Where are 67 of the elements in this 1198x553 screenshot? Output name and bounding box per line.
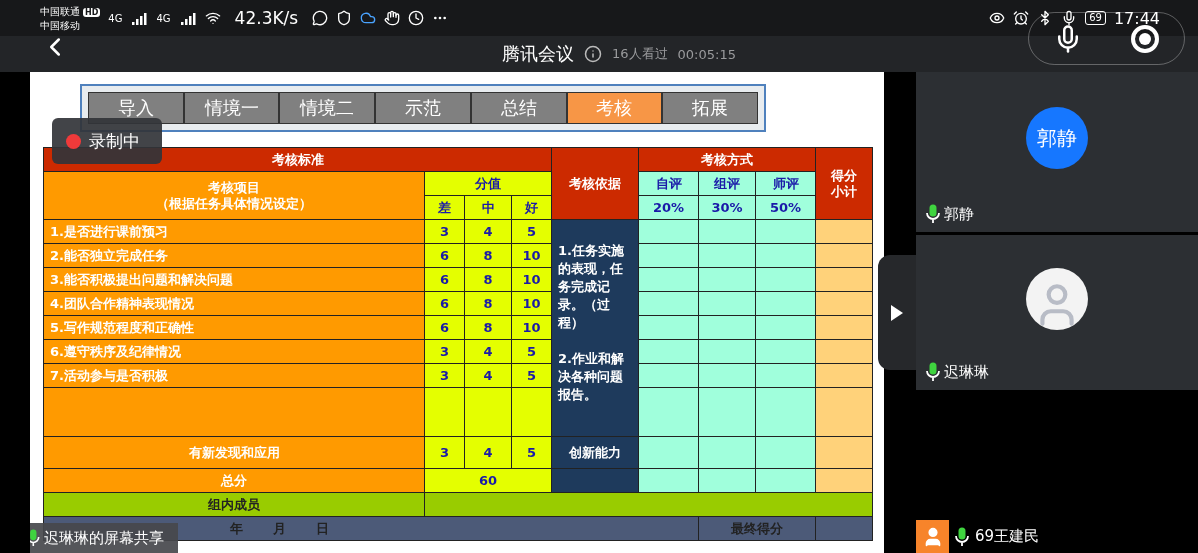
network-label: 4G — [156, 12, 171, 24]
nav-tab[interactable]: 总结 — [470, 92, 567, 124]
nav-tab[interactable]: 考核 — [566, 92, 663, 124]
date-label: 日 — [316, 520, 329, 537]
microphone-icon — [30, 529, 40, 547]
carrier-label: 中国联通 HD — [40, 4, 101, 19]
table-cell: 有新发现和应用 — [43, 436, 425, 469]
table-cell: 1.是否进行课前预习 — [43, 219, 425, 244]
participant-name: 69王建民 — [975, 527, 1040, 546]
table-cell: 6.遵守秩序及纪律情况 — [43, 339, 425, 364]
table-header: 得分小计 — [815, 147, 873, 220]
date-label: 月 — [273, 520, 286, 537]
table-cell: 组内成员 — [43, 492, 425, 517]
clock-icon — [408, 10, 425, 26]
table-cell: 7.活动参与是否积极 — [43, 363, 425, 388]
date-label: 年 — [230, 520, 243, 537]
record-icon[interactable] — [1130, 23, 1161, 54]
table-cell: 创新能力 — [551, 436, 639, 469]
table-cell: 60 — [424, 468, 552, 493]
shield-icon — [336, 10, 353, 26]
table-header: 考核项目 （根据任务具体情况设定） — [43, 171, 425, 220]
nav-tab[interactable]: 拓展 — [662, 92, 759, 124]
triangle-icon — [891, 304, 903, 321]
nav-tab[interactable]: 示范 — [375, 92, 471, 124]
table-cell: 1.任务实施的表现，任务完成记录。（过程） 2.作业和解决各种问题报告。 — [551, 219, 639, 437]
meeting-duration: 00:05:15 — [677, 46, 736, 62]
viewer-count: 16人看过 — [612, 45, 668, 63]
clock-time: 17:44 — [1113, 8, 1160, 28]
nav-tab[interactable]: 情境一 — [183, 92, 280, 124]
eye-icon — [989, 10, 1006, 26]
participant-name: 迟琳琳 — [944, 362, 989, 382]
table-cell: 4.团队合作精神表现情况 — [43, 291, 425, 316]
table-header: 分值 — [424, 171, 552, 196]
table-cell: 2.能否独立完成任务 — [43, 243, 425, 268]
microphone-icon — [926, 362, 940, 382]
info-icon[interactable] — [584, 45, 603, 63]
hd-badge: HD — [83, 7, 101, 17]
wifi-icon — [204, 10, 221, 26]
table-header: 考核依据 — [551, 147, 639, 220]
carrier-label: 中国移动 — [40, 18, 81, 32]
table-cell: 4 — [464, 436, 512, 469]
participant-name: 郭静 — [944, 204, 974, 224]
battery-level: 69 — [1085, 11, 1106, 25]
signal-icon — [178, 11, 197, 25]
microphone-icon — [926, 204, 940, 224]
record-dot-icon — [66, 133, 81, 149]
panel-toggle-button[interactable] — [878, 255, 916, 370]
window-title: 腾讯会议 — [502, 42, 575, 66]
participant-tile[interactable]: 迟琳琳 — [916, 235, 1198, 390]
table-header: 考核方式 — [638, 147, 816, 172]
nav-tab[interactable]: 情境二 — [279, 92, 376, 124]
chat-icon — [312, 10, 329, 26]
table-cell: 最终得分 — [698, 516, 816, 541]
hand-icon — [384, 10, 401, 26]
table-cell: 5.写作规范程度和正确性 — [43, 315, 425, 340]
alarm-icon — [1013, 10, 1030, 26]
microphone-icon — [955, 526, 969, 547]
avatar: 郭静 — [1026, 107, 1088, 169]
signal-icon — [130, 11, 149, 25]
table-cell: 3.能否积极提出问题和解决问题 — [43, 267, 425, 292]
weather-icon — [360, 10, 377, 26]
participant-tile[interactable]: 郭静 郭静 — [916, 72, 1198, 232]
share-label: 迟琳琳的屏幕共享 — [43, 528, 164, 548]
recording-badge[interactable]: 录制中 — [52, 118, 162, 164]
network-speed: 42.3K/s — [234, 8, 299, 28]
network-label: 4G — [108, 12, 123, 24]
table-cell: 总分 — [43, 468, 425, 493]
